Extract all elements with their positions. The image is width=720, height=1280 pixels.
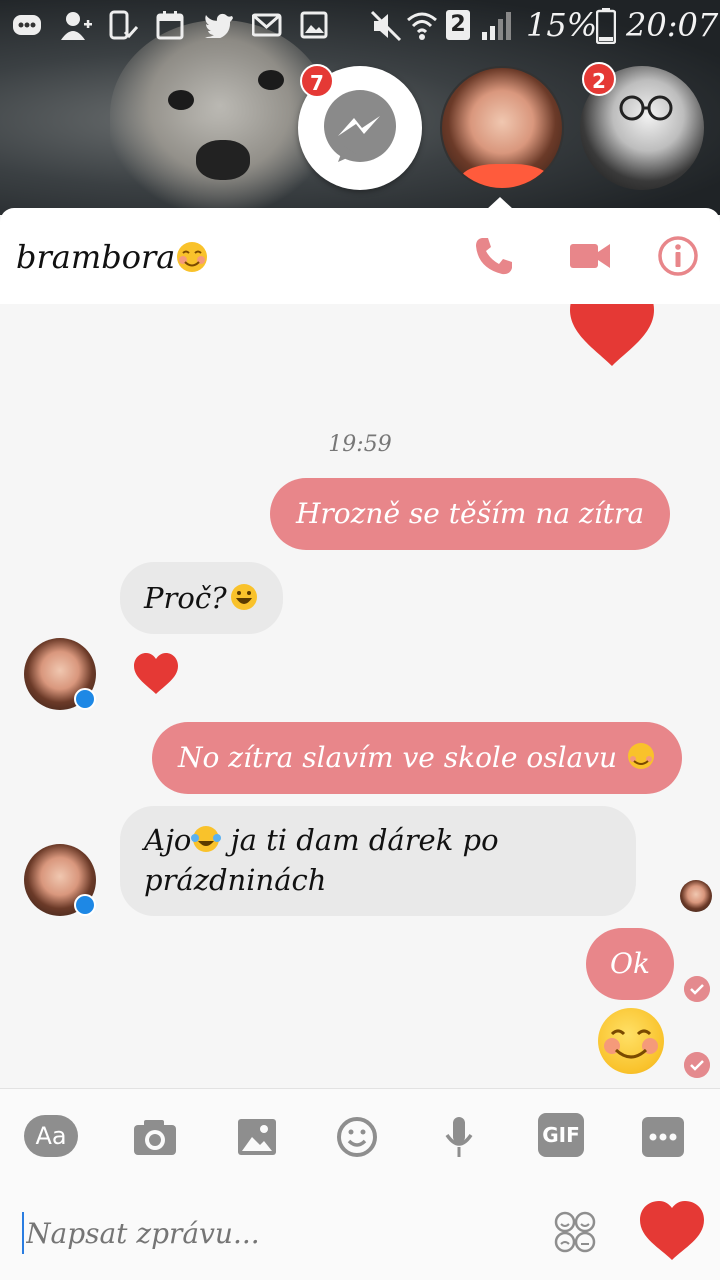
- message-text: No zítra slavím ve skole oslavu: [178, 741, 618, 774]
- message-text-line2: prázdninách: [144, 863, 327, 897]
- clock: 20:07: [626, 6, 719, 44]
- delivered-check-icon: [684, 1052, 710, 1078]
- heart-reaction-icon: [570, 304, 654, 366]
- smiling-face-icon: [604, 1029, 658, 1059]
- phone-check-icon: [109, 10, 138, 40]
- battery-icon: [596, 8, 616, 44]
- twitter-icon: [205, 13, 233, 38]
- heart-message-icon[interactable]: [132, 652, 180, 696]
- sim-slot-indicator: 2: [446, 10, 470, 40]
- composer-toolbar: Aa GIF: [0, 1088, 720, 1184]
- messenger-badge-icon: [74, 894, 96, 916]
- read-receipt-avatar: [680, 880, 712, 912]
- more-options-icon[interactable]: [638, 1115, 692, 1159]
- phone-call-icon[interactable]: [472, 234, 516, 278]
- heart-send-icon[interactable]: [638, 1200, 706, 1262]
- wifi-icon: [407, 12, 437, 40]
- message-list[interactable]: 19:59 Hrozně se těším na zítra Proč? No …: [0, 304, 720, 1088]
- text-format-button[interactable]: Aa: [24, 1115, 78, 1157]
- chat-notification-icon: [13, 15, 41, 35]
- image-notification-icon: [300, 11, 328, 39]
- message-text-start: Ajo: [144, 823, 192, 857]
- incoming-message[interactable]: Ajo ja ti dam dárek po prázdninách: [120, 806, 636, 916]
- messenger-badge-icon: [74, 688, 96, 710]
- dog-eye-right: [258, 70, 284, 90]
- delivered-check-icon: [684, 976, 710, 1002]
- message-text-rest: ja ti dam dárek po: [230, 823, 499, 857]
- outgoing-message[interactable]: No zítra slavím ve skole oslavu: [152, 722, 682, 794]
- smiling-emoji-message[interactable]: [598, 1008, 664, 1074]
- laughing-tears-emoji-icon: [191, 826, 222, 852]
- conversation-title[interactable]: brambora: [16, 238, 209, 276]
- message-composer: [0, 1184, 720, 1280]
- conversation-header: brambora: [0, 208, 720, 304]
- gallery-icon[interactable]: [230, 1115, 284, 1159]
- stickers-icon[interactable]: [552, 1210, 600, 1254]
- unread-count-badge: 7: [300, 64, 334, 98]
- dog-nose: [196, 140, 250, 180]
- info-icon[interactable]: [656, 234, 700, 278]
- smiling-emoji-icon: [627, 743, 654, 769]
- message-text: Proč?: [144, 581, 227, 615]
- camera-icon[interactable]: [128, 1115, 182, 1159]
- outgoing-message[interactable]: Hrozně se těším na zítra: [270, 478, 671, 550]
- email-icon: [252, 13, 282, 37]
- outgoing-message[interactable]: Ok: [586, 928, 674, 1000]
- calendar-icon: [156, 11, 184, 40]
- contact-name: brambora: [16, 238, 176, 276]
- add-contact-icon: [61, 12, 92, 40]
- message-input[interactable]: [22, 1212, 482, 1254]
- microphone-icon[interactable]: [432, 1115, 486, 1159]
- friend-unread-badge: 2: [582, 62, 616, 96]
- emoji-picker-icon[interactable]: [330, 1115, 384, 1159]
- mute-icon: [370, 10, 402, 42]
- dog-eye-left: [168, 90, 194, 110]
- gif-button[interactable]: GIF: [538, 1113, 584, 1157]
- friend-chat-head-active[interactable]: [440, 66, 564, 190]
- smiling-emoji-icon: [177, 242, 208, 272]
- message-timestamp: 19:59: [328, 432, 392, 457]
- grinning-emoji-icon: [230, 584, 257, 610]
- status-bar: 2 15% 20:07: [0, 0, 720, 52]
- video-call-icon[interactable]: [568, 234, 612, 278]
- signal-icon: [482, 12, 511, 40]
- incoming-message[interactable]: Proč?: [120, 562, 283, 634]
- battery-percent: 15%: [526, 6, 598, 44]
